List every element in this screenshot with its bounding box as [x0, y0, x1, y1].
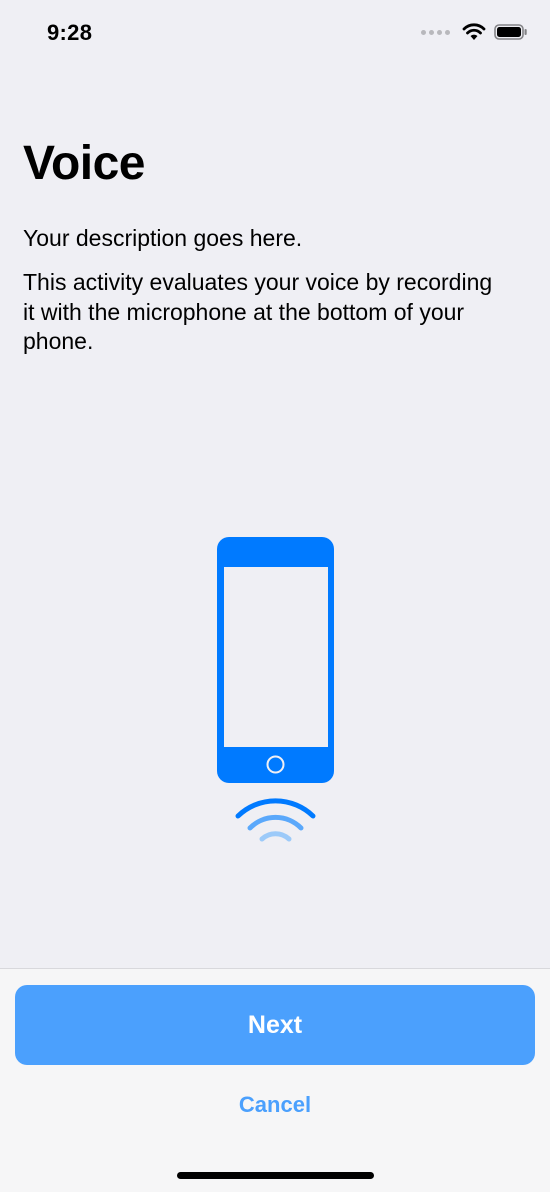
phone-microphone-icon [217, 537, 334, 842]
status-icons [421, 23, 528, 41]
next-button[interactable]: Next [15, 985, 535, 1065]
status-bar: 9:28 [0, 0, 550, 68]
cellular-signal-icon [421, 29, 450, 35]
home-indicator[interactable] [177, 1172, 374, 1179]
page-subtitle: Your description goes here. [23, 225, 303, 251]
cancel-button[interactable]: Cancel [175, 1085, 375, 1125]
status-time: 9:28 [47, 20, 93, 45]
page-description: This activity evaluates your voice by re… [23, 269, 493, 354]
wifi-icon [462, 23, 486, 40]
page-title: Voice [23, 137, 146, 190]
footer: Next Cancel [0, 968, 550, 1192]
battery-icon [494, 24, 527, 40]
